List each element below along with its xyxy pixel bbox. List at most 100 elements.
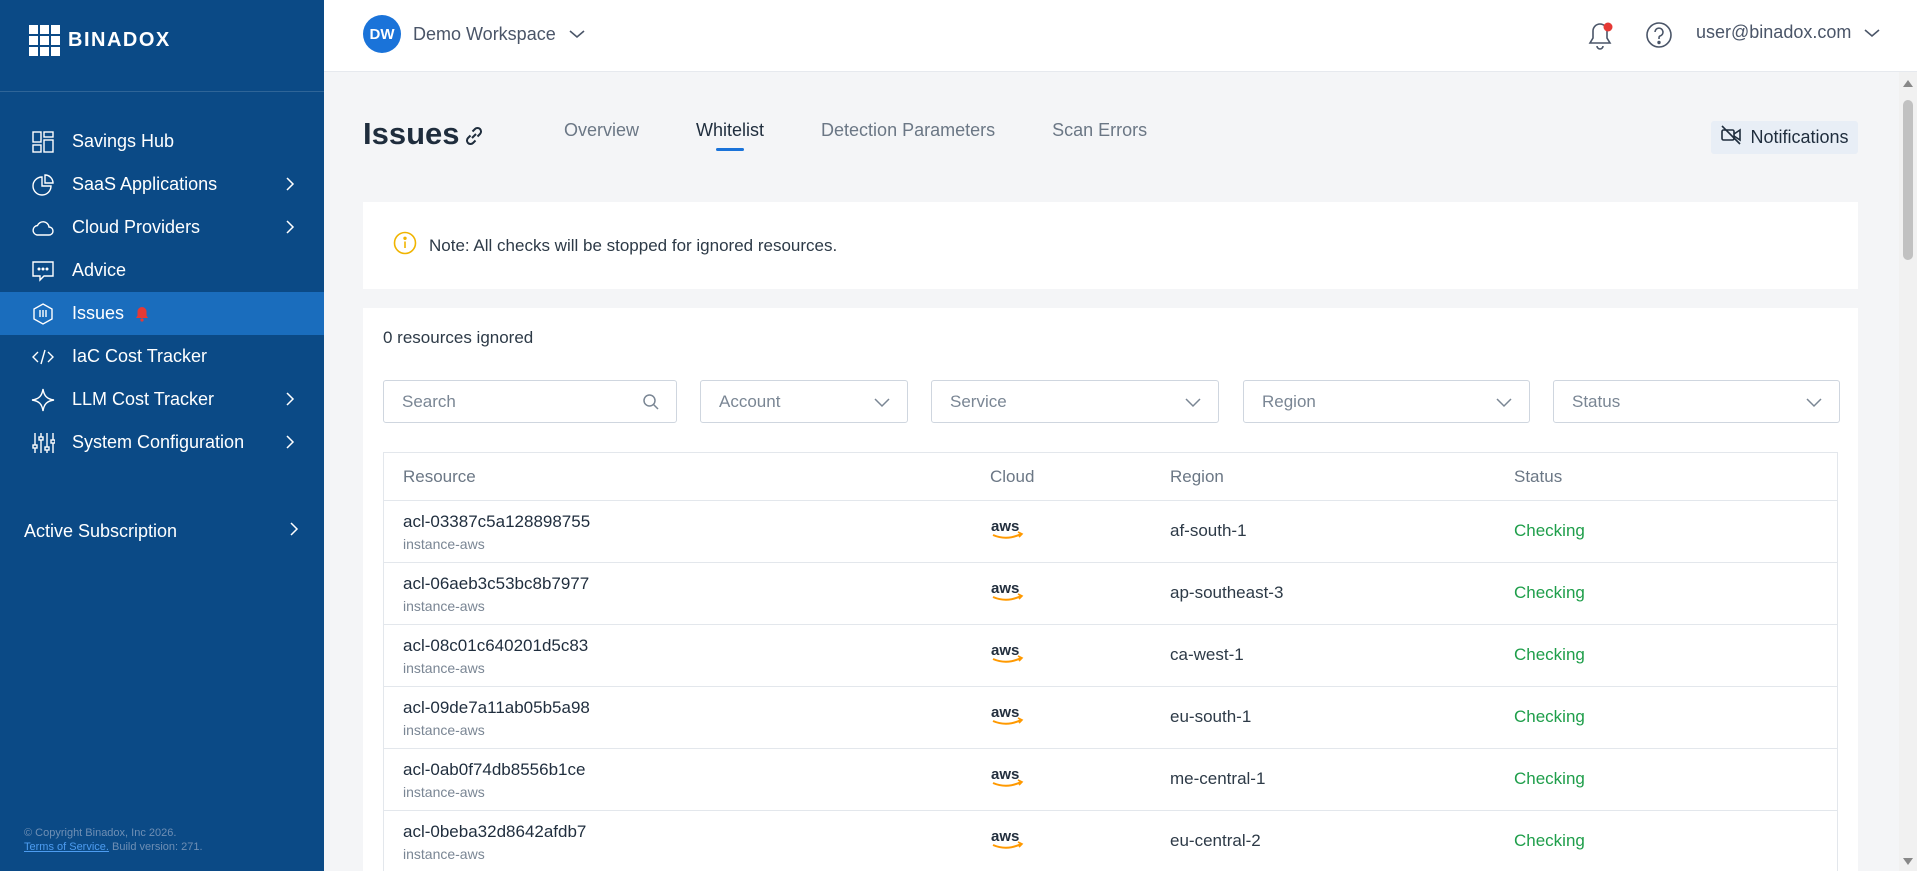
resource-status: Checking — [1514, 583, 1585, 602]
column-header-status[interactable]: Status — [1514, 467, 1562, 487]
resource-status: Checking — [1514, 521, 1585, 540]
resource-name: acl-0ab0f74db8556b1ce — [403, 760, 586, 779]
status-select-label: Status — [1572, 391, 1621, 411]
brand-logo[interactable]: BINADOX — [29, 25, 171, 56]
tab-whitelist[interactable]: Whitelist — [696, 120, 764, 151]
sidebar-item-iac-cost-tracker[interactable]: IaC Cost Tracker — [0, 335, 324, 378]
notifications-button[interactable]: Notifications — [1711, 121, 1858, 154]
aws-logo-icon: aws — [990, 580, 1026, 609]
aws-logo-icon: aws — [990, 704, 1026, 733]
svg-text:aws: aws — [991, 704, 1019, 721]
table-row[interactable]: acl-08c01c640201d5c83 instance-aws aws c… — [384, 625, 1837, 687]
sidebar-item-llm-cost-tracker[interactable]: LLM Cost Tracker — [0, 378, 324, 421]
column-header-region[interactable]: Region — [1170, 467, 1224, 487]
chevron-right-icon — [288, 521, 300, 542]
terms-of-service-link[interactable]: Terms of Service. — [24, 841, 109, 853]
region-select[interactable]: Region — [1243, 380, 1530, 423]
user-email: user@binadox.com — [1696, 22, 1852, 42]
resource-status: Checking — [1514, 831, 1585, 850]
chevron-down-icon — [1184, 393, 1202, 411]
sidebar-item-system-configuration[interactable]: System Configuration — [0, 421, 324, 464]
sidebar-item-issues[interactable]: Issues — [0, 292, 324, 335]
sidebar-footer: © Copyright Binadox, Inc 2026. Terms of … — [24, 826, 203, 854]
chevron-down-icon — [1863, 27, 1881, 39]
sidebar-item-label: Advice — [72, 260, 127, 280]
scrollbar-thumb[interactable] — [1903, 100, 1913, 260]
column-header-cloud[interactable]: Cloud — [990, 467, 1034, 487]
tab-detection-parameters[interactable]: Detection Parameters — [821, 120, 995, 151]
account-select-label: Account — [719, 391, 781, 411]
sidebar-divider — [0, 91, 324, 92]
help-icon[interactable] — [1644, 20, 1674, 55]
workspace-switcher[interactable]: DW Demo Workspace — [363, 15, 586, 53]
resource-region: ca-west-1 — [1170, 645, 1244, 664]
svg-text:aws: aws — [991, 518, 1019, 535]
sparkle-icon — [30, 387, 56, 413]
info-note: Note: All checks will be stopped for ign… — [363, 202, 1858, 289]
search-placeholder: Search — [402, 391, 456, 411]
resource-type: instance-aws — [403, 598, 485, 614]
chevron-right-icon — [284, 219, 296, 240]
region-select-label: Region — [1262, 391, 1316, 411]
resource-type: instance-aws — [403, 846, 485, 862]
resource-name: acl-03387c5a128898755 — [403, 512, 591, 531]
chevron-right-icon — [284, 434, 296, 455]
sidebar-item-advice[interactable]: Advice — [0, 249, 324, 292]
svg-text:aws: aws — [991, 642, 1019, 659]
resource-region: ap-southeast-3 — [1170, 583, 1284, 602]
search-icon — [642, 393, 660, 411]
chevron-down-icon — [1805, 393, 1823, 411]
resource-region: af-south-1 — [1170, 521, 1247, 540]
svg-text:aws: aws — [991, 766, 1019, 783]
table-row[interactable]: acl-09de7a11ab05b5a98 instance-aws aws e… — [384, 687, 1837, 749]
sidebar-item-saas-applications[interactable]: SaaS Applications — [0, 163, 324, 206]
note-text: Note: All checks will be stopped for ign… — [429, 235, 838, 255]
chevron-right-icon — [284, 391, 296, 412]
bell-icon — [134, 306, 150, 322]
scroll-down-arrow-icon[interactable] — [1903, 858, 1913, 865]
sidebar-item-savings-hub[interactable]: Savings Hub — [0, 120, 324, 163]
resource-region: me-central-1 — [1170, 769, 1266, 788]
sidebar: BINADOX Savings Hub SaaS Applications Cl… — [0, 0, 324, 871]
page-tabs: Overview Whitelist Detection Parameters … — [564, 120, 1204, 151]
resource-type: instance-aws — [403, 536, 485, 552]
column-header-resource[interactable]: Resource — [403, 467, 476, 487]
page-title: Issues — [363, 116, 460, 151]
notifications-label: Notifications — [1750, 127, 1849, 147]
resource-region: eu-central-2 — [1170, 831, 1261, 850]
active-subscription[interactable]: Active Subscription — [24, 519, 300, 543]
sidebar-item-label: IaC Cost Tracker — [72, 346, 208, 366]
chevron-down-icon — [1495, 393, 1513, 411]
aws-logo-icon: aws — [990, 828, 1026, 857]
sidebar-item-label: Savings Hub — [72, 131, 175, 151]
status-select[interactable]: Status — [1553, 380, 1840, 423]
table-row[interactable]: acl-03387c5a128898755 instance-aws aws a… — [384, 501, 1837, 563]
resource-type: instance-aws — [403, 660, 485, 676]
search-input[interactable]: Search — [383, 380, 677, 423]
resource-status: Checking — [1514, 707, 1585, 726]
active-subscription-label: Active Subscription — [24, 520, 178, 541]
service-select[interactable]: Service — [931, 380, 1219, 423]
chevron-down-icon — [568, 28, 586, 40]
table-row[interactable]: acl-0beba32d8642afdb7 instance-aws aws e… — [384, 811, 1837, 871]
user-menu[interactable]: user@binadox.com — [1696, 22, 1881, 43]
sidebar-item-cloud-providers[interactable]: Cloud Providers — [0, 206, 324, 249]
tab-overview[interactable]: Overview — [564, 120, 639, 151]
table-row[interactable]: acl-06aeb3c53bc8b7977 instance-aws aws a… — [384, 563, 1837, 625]
table-row[interactable]: acl-0ab0f74db8556b1ce instance-aws aws m… — [384, 749, 1837, 811]
page-scrollbar[interactable] — [1899, 72, 1917, 871]
notification-bell-icon[interactable] — [1587, 20, 1615, 55]
copyright-text: © Copyright Binadox, Inc 2026. — [24, 827, 177, 839]
svg-text:aws: aws — [991, 580, 1019, 597]
resource-type: instance-aws — [403, 784, 485, 800]
resource-name: acl-0beba32d8642afdb7 — [403, 822, 587, 841]
workspace-name: Demo Workspace — [413, 23, 556, 44]
tab-scan-errors[interactable]: Scan Errors — [1052, 120, 1147, 151]
shield-icon — [30, 301, 56, 327]
whitelist-card: 0 resources ignored Search Account Servi… — [363, 308, 1858, 871]
account-select[interactable]: Account — [700, 380, 908, 423]
cloud-icon — [30, 215, 56, 241]
link-icon[interactable] — [462, 124, 486, 153]
scroll-up-arrow-icon[interactable] — [1903, 80, 1913, 87]
resource-name: acl-06aeb3c53bc8b7977 — [403, 574, 590, 593]
